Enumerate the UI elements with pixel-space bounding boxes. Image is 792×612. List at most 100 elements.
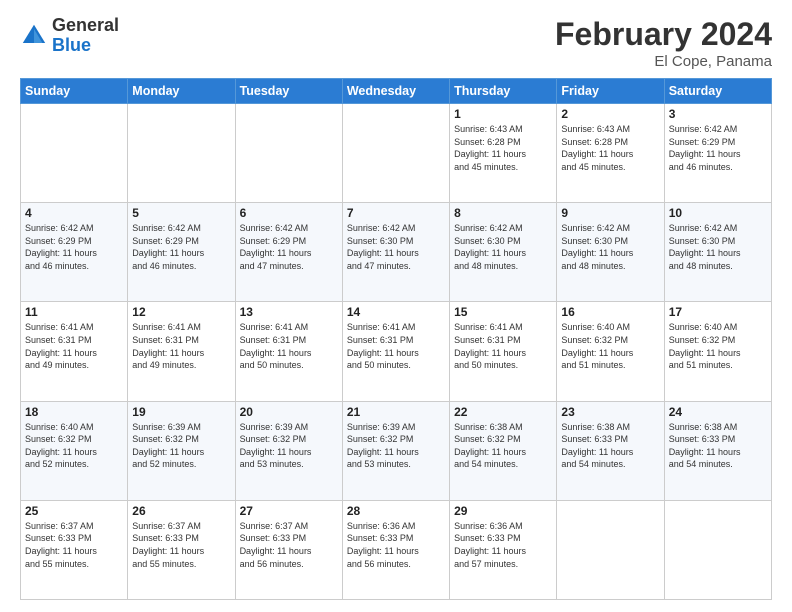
day-number: 16 [561, 305, 659, 319]
calendar-cell: 21 Sunrise: 6:39 AM Sunset: 6:32 PM Dayli… [342, 401, 449, 500]
week-row-1: 1 Sunrise: 6:43 AM Sunset: 6:28 PM Daylig… [21, 104, 772, 203]
day-info: Sunrise: 6:43 AM Sunset: 6:28 PM Dayligh… [561, 123, 659, 173]
week-row-5: 25Sunrise: 6:37 AM Sunset: 6:33 PM Dayli… [21, 500, 772, 599]
day-info: Sunrise: 6:41 AM Sunset: 6:31 PM Dayligh… [240, 321, 338, 371]
calendar-cell: 19Sunrise: 6:39 AM Sunset: 6:32 PM Dayli… [128, 401, 235, 500]
day-info: Sunrise: 6:41 AM Sunset: 6:31 PM Dayligh… [454, 321, 552, 371]
day-number: 2 [561, 107, 659, 121]
calendar-cell: 1 Sunrise: 6:43 AM Sunset: 6:28 PM Daylig… [450, 104, 557, 203]
col-wednesday: Wednesday [342, 79, 449, 104]
day-info: Sunrise: 6:42 AM Sunset: 6:30 PM Dayligh… [454, 222, 552, 272]
day-number: 11 [25, 305, 123, 319]
day-info: Sunrise: 6:37 AM Sunset: 6:33 PM Dayligh… [132, 520, 230, 570]
page: General Blue February 2024 El Cope, Pana… [0, 0, 792, 612]
calendar-cell: 26 Sunrise: 6:37 AM Sunset: 6:33 PM Dayli… [128, 500, 235, 599]
day-info: Sunrise: 6:40 AM Sunset: 6:32 PM Dayligh… [561, 321, 659, 371]
day-info: Sunrise: 6:38 AM Sunset: 6:33 PM Dayligh… [561, 421, 659, 471]
calendar-cell: 24 Sunrise: 6:38 AM Sunset: 6:33 PM Dayli… [664, 401, 771, 500]
calendar-cell: 10 Sunrise: 6:42 AM Sunset: 6:30 PM Dayli… [664, 203, 771, 302]
day-number: 18 [25, 405, 123, 419]
day-number: 9 [561, 206, 659, 220]
day-info: Sunrise: 6:39 AM Sunset: 6:32 PM Dayligh… [240, 421, 338, 471]
calendar-cell: 8 Sunrise: 6:42 AM Sunset: 6:30 PM Daylig… [450, 203, 557, 302]
calendar-cell: 3Sunrise: 6:42 AM Sunset: 6:29 PM Daylig… [664, 104, 771, 203]
day-info: Sunrise: 6:42 AM Sunset: 6:29 PM Dayligh… [669, 123, 767, 173]
day-number: 24 [669, 405, 767, 419]
day-info: Sunrise: 6:37 AM Sunset: 6:33 PM Dayligh… [240, 520, 338, 570]
day-info: Sunrise: 6:42 AM Sunset: 6:30 PM Dayligh… [669, 222, 767, 272]
day-number: 1 [454, 107, 552, 121]
day-info: Sunrise: 6:42 AM Sunset: 6:29 PM Dayligh… [132, 222, 230, 272]
calendar-header-row: Sunday Monday Tuesday Wednesday Thursday… [21, 79, 772, 104]
col-saturday: Saturday [664, 79, 771, 104]
calendar-cell: 14 Sunrise: 6:41 AM Sunset: 6:31 PM Dayli… [342, 302, 449, 401]
col-friday: Friday [557, 79, 664, 104]
calendar-cell [342, 104, 449, 203]
calendar-cell: 20 Sunrise: 6:39 AM Sunset: 6:32 PM Dayli… [235, 401, 342, 500]
day-info: Sunrise: 6:38 AM Sunset: 6:32 PM Dayligh… [454, 421, 552, 471]
day-number: 20 [240, 405, 338, 419]
day-number: 10 [669, 206, 767, 220]
header: General Blue February 2024 El Cope, Pana… [20, 16, 772, 70]
day-number: 13 [240, 305, 338, 319]
calendar-cell: 29 Sunrise: 6:36 AM Sunset: 6:33 PM Dayli… [450, 500, 557, 599]
day-number: 21 [347, 405, 445, 419]
logo: General Blue [20, 16, 119, 56]
calendar-cell [21, 104, 128, 203]
logo-general-text: General [52, 16, 119, 36]
day-number: 22 [454, 405, 552, 419]
day-info: Sunrise: 6:39 AM Sunset: 6:32 PM Dayligh… [347, 421, 445, 471]
day-number: 4 [25, 206, 123, 220]
day-info: Sunrise: 6:39 AM Sunset: 6:32 PM Dayligh… [132, 421, 230, 471]
day-info: Sunrise: 6:43 AM Sunset: 6:28 PM Dayligh… [454, 123, 552, 173]
calendar-cell [557, 500, 664, 599]
day-info: Sunrise: 6:42 AM Sunset: 6:30 PM Dayligh… [561, 222, 659, 272]
logo-icon [20, 22, 48, 50]
calendar-cell: 4 Sunrise: 6:42 AM Sunset: 6:29 PM Daylig… [21, 203, 128, 302]
day-info: Sunrise: 6:42 AM Sunset: 6:29 PM Dayligh… [25, 222, 123, 272]
day-number: 28 [347, 504, 445, 518]
logo-text: General Blue [52, 16, 119, 56]
calendar-cell: 18 Sunrise: 6:40 AM Sunset: 6:32 PM Dayli… [21, 401, 128, 500]
day-number: 5 [132, 206, 230, 220]
calendar-cell: 9 Sunrise: 6:42 AM Sunset: 6:30 PM Daylig… [557, 203, 664, 302]
calendar-cell: 5 Sunrise: 6:42 AM Sunset: 6:29 PM Daylig… [128, 203, 235, 302]
calendar-cell: 28 Sunrise: 6:36 AM Sunset: 6:33 PM Dayli… [342, 500, 449, 599]
col-sunday: Sunday [21, 79, 128, 104]
day-number: 29 [454, 504, 552, 518]
day-number: 15 [454, 305, 552, 319]
calendar-cell: 12 Sunrise: 6:41 AM Sunset: 6:31 PM Dayli… [128, 302, 235, 401]
calendar-cell: 2 Sunrise: 6:43 AM Sunset: 6:28 PM Daylig… [557, 104, 664, 203]
calendar-cell: 22 Sunrise: 6:38 AM Sunset: 6:32 PM Dayli… [450, 401, 557, 500]
day-number: 8 [454, 206, 552, 220]
col-tuesday: Tuesday [235, 79, 342, 104]
day-info: Sunrise: 6:41 AM Sunset: 6:31 PM Dayligh… [347, 321, 445, 371]
calendar-cell: 27 Sunrise: 6:37 AM Sunset: 6:33 PM Dayli… [235, 500, 342, 599]
calendar-cell: 15 Sunrise: 6:41 AM Sunset: 6:31 PM Dayli… [450, 302, 557, 401]
day-number: 12 [132, 305, 230, 319]
day-info: Sunrise: 6:41 AM Sunset: 6:31 PM Dayligh… [132, 321, 230, 371]
logo-blue-text: Blue [52, 36, 119, 56]
day-info: Sunrise: 6:40 AM Sunset: 6:32 PM Dayligh… [669, 321, 767, 371]
calendar-cell [664, 500, 771, 599]
day-info: Sunrise: 6:42 AM Sunset: 6:29 PM Dayligh… [240, 222, 338, 272]
day-info: Sunrise: 6:41 AM Sunset: 6:31 PM Dayligh… [25, 321, 123, 371]
calendar-cell [128, 104, 235, 203]
calendar-cell: 17Sunrise: 6:40 AM Sunset: 6:32 PM Dayli… [664, 302, 771, 401]
col-monday: Monday [128, 79, 235, 104]
day-info: Sunrise: 6:37 AM Sunset: 6:33 PM Dayligh… [25, 520, 123, 570]
day-number: 26 [132, 504, 230, 518]
month-year: February 2024 [555, 16, 772, 53]
day-number: 14 [347, 305, 445, 319]
day-info: Sunrise: 6:40 AM Sunset: 6:32 PM Dayligh… [25, 421, 123, 471]
day-info: Sunrise: 6:36 AM Sunset: 6:33 PM Dayligh… [347, 520, 445, 570]
day-info: Sunrise: 6:42 AM Sunset: 6:30 PM Dayligh… [347, 222, 445, 272]
day-info: Sunrise: 6:38 AM Sunset: 6:33 PM Dayligh… [669, 421, 767, 471]
title-block: February 2024 El Cope, Panama [555, 16, 772, 70]
calendar-cell: 11 Sunrise: 6:41 AM Sunset: 6:31 PM Dayli… [21, 302, 128, 401]
calendar-table: Sunday Monday Tuesday Wednesday Thursday… [20, 78, 772, 600]
day-info: Sunrise: 6:36 AM Sunset: 6:33 PM Dayligh… [454, 520, 552, 570]
location: El Cope, Panama [555, 53, 772, 70]
calendar-cell: 16 Sunrise: 6:40 AM Sunset: 6:32 PM Dayli… [557, 302, 664, 401]
day-number: 27 [240, 504, 338, 518]
